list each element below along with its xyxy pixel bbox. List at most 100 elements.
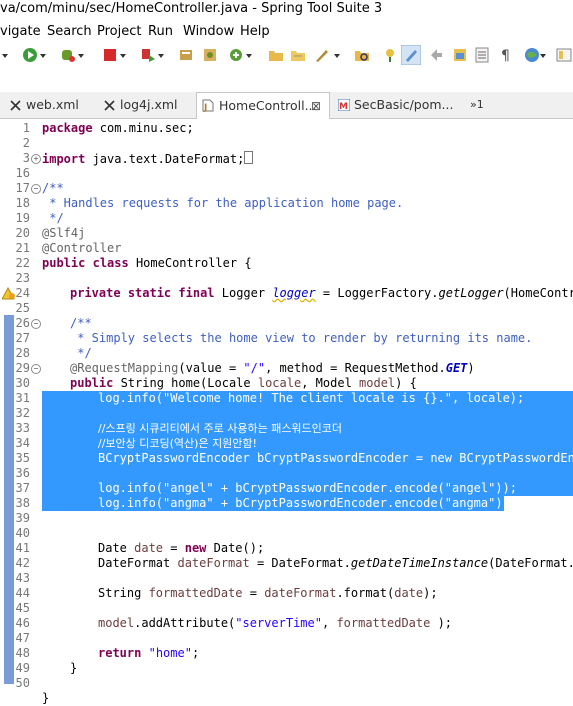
next-annotation-icon[interactable] [428, 47, 444, 63]
code-editor[interactable]: 1 package com.minu.sec; 2 3 + import java.t… [0, 119, 573, 705]
line-number: 49 [15, 661, 30, 675]
field: logger [272, 286, 316, 300]
code-line: 21 @Controller [0, 241, 573, 256]
open-task-dropdown-icon[interactable] [334, 47, 342, 63]
paragraph-marks-icon[interactable]: ¶ [498, 47, 514, 63]
selected-code: log.info("angel" + bCryptPasswordEncoder… [98, 481, 518, 495]
line-number: 3 [22, 151, 30, 165]
fold-expand-icon[interactable]: + [31, 154, 41, 164]
code-line: } [0, 691, 573, 706]
parameter: locale [257, 376, 302, 390]
code-text: (value = [178, 361, 244, 375]
line-number: 39 [15, 511, 30, 525]
tab-label: web.xml [26, 97, 79, 112]
line-number: 36 [15, 466, 30, 480]
menu-run[interactable]: Run [148, 24, 173, 39]
code-text: Logger [214, 286, 273, 300]
tab-overflow[interactable]: »1 [470, 92, 500, 118]
globe-icon[interactable] [524, 47, 540, 63]
code-text: .format( [336, 586, 395, 600]
menu-navigate[interactable]: vigate [0, 24, 41, 39]
code-line: 22 public class HomeController { [0, 256, 573, 271]
code-text: , [321, 616, 337, 630]
menu-window[interactable]: Window [183, 24, 234, 39]
menu-search[interactable]: Search [47, 24, 92, 39]
menu-help[interactable]: Help [240, 24, 270, 39]
new-wizard-icon[interactable] [228, 47, 244, 63]
open-task-icon[interactable] [314, 47, 330, 63]
line-number: 44 [15, 586, 30, 600]
new-wizard-dropdown-icon[interactable] [246, 47, 254, 63]
folded-block-icon[interactable] [244, 151, 254, 164]
method: getDateTimeInstance [350, 556, 489, 570]
code-line: 28 */ [0, 346, 573, 361]
fold-collapse-icon[interactable]: − [31, 319, 41, 329]
string: "serverTime" [235, 616, 322, 630]
selected-code: //보안상 디코딩(역산)은 지원안함! [98, 437, 257, 450]
block-selection-icon[interactable] [452, 47, 468, 63]
string: "/" [243, 361, 266, 375]
variable: date [394, 586, 424, 600]
external-tools-icon[interactable] [140, 47, 156, 63]
code-text: java.text.DateFormat; [85, 152, 245, 166]
toolbar: ¶ [0, 42, 573, 70]
svg-text:¶: ¶ [501, 48, 510, 63]
keyword: static [127, 286, 172, 300]
code-text: String home(Locale [113, 376, 258, 390]
line-number: 19 [15, 211, 30, 225]
code-line: 48 return "home"; [0, 646, 573, 661]
tab-label: HomeControll... [219, 98, 317, 113]
code-line: 42 DateFormat dateFormat = DateFormat.get… [0, 556, 573, 571]
line-number: 43 [15, 571, 30, 585]
tab-web-xml[interactable]: web.xml [6, 92, 96, 118]
keyword: package [42, 121, 93, 135]
close-icon[interactable]: ⊠ [311, 93, 321, 119]
external-tools-dropdown-icon[interactable] [158, 47, 166, 63]
run-icon[interactable] [22, 47, 38, 63]
code-text: HomeController { [128, 256, 252, 270]
code-text: , Model [301, 376, 360, 390]
perspective-icon[interactable] [556, 47, 572, 63]
fold-collapse-icon[interactable]: − [31, 184, 41, 194]
tab-label: log4j.xml [120, 97, 178, 112]
keyword: import [42, 152, 86, 166]
new-java-package-icon[interactable] [178, 47, 194, 63]
debug-dropdown-icon[interactable] [78, 47, 86, 63]
menu-bar: vigate Search Project Run Window Help [0, 22, 573, 42]
menu-project[interactable]: Project [97, 24, 141, 39]
keyword: new [184, 541, 207, 555]
globe-dropdown-icon[interactable] [540, 47, 548, 63]
line-number: 50 [15, 676, 30, 690]
code-line: 16 [0, 166, 573, 181]
debug-icon[interactable] [60, 47, 76, 63]
toggle-highlight-icon[interactable] [401, 45, 421, 65]
new-java-class-icon[interactable] [202, 47, 218, 63]
line-number: 18 [15, 196, 30, 210]
string: "home" [148, 646, 192, 660]
run-dropdown-icon[interactable] [40, 47, 48, 63]
keyword: private [70, 286, 121, 300]
comment: /** [42, 181, 64, 195]
code-line: 19 */ [0, 211, 573, 226]
code-text: DateFormat [98, 556, 178, 570]
open-folder-icon[interactable] [268, 47, 284, 63]
tab-home-controller[interactable]: J HomeControll... ⊠ [196, 92, 330, 120]
search-icon[interactable] [354, 47, 370, 63]
tab-log4j-xml[interactable]: log4j.xml [100, 92, 190, 118]
open-type-icon[interactable] [290, 47, 306, 63]
comment: * Handles requests for the application h… [42, 196, 404, 210]
line-number: 33 [15, 421, 30, 435]
fold-collapse-icon[interactable]: − [31, 364, 41, 374]
window-title: va/com/minu/sec/HomeController.java - Sp… [0, 0, 573, 22]
stop-dropdown-icon[interactable] [120, 47, 128, 63]
selected-code: BCryptPasswordEncoder bCryptPasswordEnco… [98, 451, 573, 465]
dropdown-arrow-icon[interactable] [2, 47, 10, 63]
code-text: Date [98, 541, 135, 555]
code-text: = [242, 586, 265, 600]
tab-pom-xml[interactable]: M SecBasic/pom... [334, 92, 454, 118]
toggle-ant-mark-icon[interactable] [382, 47, 398, 63]
stop-icon[interactable] [102, 47, 118, 63]
code-text: ) [467, 361, 475, 375]
show-whitespace-icon[interactable] [474, 47, 490, 63]
